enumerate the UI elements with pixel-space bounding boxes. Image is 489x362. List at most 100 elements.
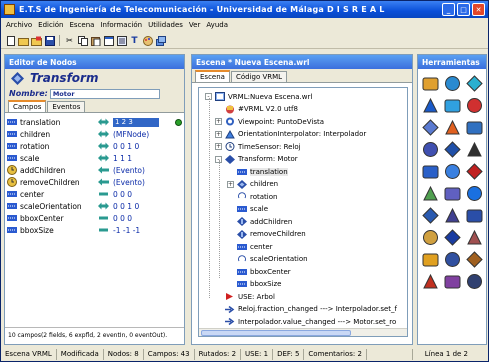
person-icon[interactable]: [443, 206, 462, 225]
tree-node[interactable]: #VRML V2.0 utf8: [215, 104, 298, 115]
tree-node[interactable]: Reloj.fraction_changed ---> Interpolador…: [215, 304, 397, 315]
tree-node[interactable]: + Viewpoint: PuntoDeVista: [215, 116, 324, 127]
tree-node[interactable]: USE: Arbol: [215, 291, 275, 302]
book-icon[interactable]: [421, 228, 440, 247]
tab-eventos[interactable]: Eventos: [47, 101, 86, 112]
tree-node[interactable]: addChildren: [227, 216, 292, 227]
field-row-removeChildren[interactable]: removeChildren (Evento): [5, 176, 184, 188]
minimize-button[interactable]: _: [442, 3, 455, 16]
cross-icon[interactable]: [421, 118, 440, 137]
music-icon[interactable]: [443, 272, 462, 291]
blue-sphere-icon[interactable]: [421, 96, 440, 115]
field-row-addChildren[interactable]: addChildren (Evento): [5, 164, 184, 176]
star-icon[interactable]: [443, 162, 462, 181]
translation-value-input[interactable]: 1 2 3: [113, 117, 159, 127]
new-file-icon[interactable]: [5, 35, 16, 46]
apply-value-button[interactable]: [175, 118, 182, 126]
field-row-children[interactable]: children (MFNode): [5, 128, 184, 140]
maximize-button[interactable]: □: [457, 3, 470, 16]
monitor-icon[interactable]: [443, 250, 462, 269]
shape-icon[interactable]: [443, 184, 462, 203]
save-icon[interactable]: [44, 35, 55, 46]
expand-icon[interactable]: +: [215, 130, 222, 138]
text-icon[interactable]: [443, 228, 462, 247]
globe2-icon[interactable]: [443, 96, 462, 115]
field-name: scaleOrientation: [20, 201, 82, 211]
tree-node[interactable]: scaleOrientation: [227, 254, 308, 265]
tab-campos[interactable]: Campos: [8, 100, 47, 112]
open-recent-icon[interactable]: [31, 35, 42, 46]
nombre-input[interactable]: [49, 88, 160, 99]
network-icon[interactable]: [421, 140, 440, 159]
tree-node[interactable]: translation: [227, 166, 288, 177]
connector-icon[interactable]: [465, 118, 484, 137]
menu-utilidades[interactable]: Utilidades: [148, 21, 183, 29]
layers-icon[interactable]: [155, 35, 166, 46]
tree-node[interactable]: center: [227, 241, 273, 252]
tree-node[interactable]: Interpolador.value_changed ---> Motor.se…: [215, 316, 396, 327]
field-row-bboxSize[interactable]: bboxSize -1 -1 -1: [5, 224, 184, 236]
house-icon[interactable]: [421, 272, 440, 291]
menu-informacion[interactable]: Información: [100, 21, 142, 29]
sphere-icon[interactable]: [465, 74, 484, 93]
vrml-icon[interactable]: [465, 206, 484, 225]
open-folder-icon[interactable]: [18, 35, 29, 46]
field-row-scale[interactable]: scale 1 1 1: [5, 152, 184, 164]
expand-icon[interactable]: +: [227, 180, 234, 188]
field-row-center[interactable]: center 0 0 0: [5, 188, 184, 200]
field-icon: [7, 225, 17, 235]
tree-node[interactable]: - VRML:Nueva Escena.wrl: [205, 91, 312, 102]
image-icon[interactable]: [465, 228, 484, 247]
paste-icon[interactable]: [90, 35, 101, 46]
globe-icon[interactable]: [443, 74, 462, 93]
expand-icon[interactable]: +: [215, 118, 222, 125]
folder-icon[interactable]: [421, 74, 440, 93]
close-button[interactable]: ✕: [472, 3, 485, 16]
expand-icon[interactable]: +: [215, 143, 222, 150]
helmet-icon[interactable]: [421, 250, 440, 269]
tree-node[interactable]: bboxSize: [227, 279, 281, 290]
table-icon[interactable]: [465, 272, 484, 291]
field-row-scaleOrientation[interactable]: scaleOrientation 0 0 1 0: [5, 200, 184, 212]
cylinder-icon[interactable]: [465, 96, 484, 115]
menu-ver[interactable]: Ver: [189, 21, 200, 29]
tree-node[interactable]: rotation: [227, 191, 277, 202]
window-icon[interactable]: [103, 35, 114, 46]
menu-escena[interactable]: Escena: [70, 21, 95, 29]
toolbox-icon[interactable]: [465, 250, 484, 269]
tree-node[interactable]: removeChildren: [227, 229, 306, 240]
red-box-icon[interactable]: [465, 162, 484, 181]
building-icon[interactable]: [421, 206, 440, 225]
menu-ayuda[interactable]: Ayuda: [206, 21, 228, 29]
tree-node[interactable]: + OrientationInterpolator: Interpolador: [215, 129, 366, 140]
tree-horizontal-scrollbar[interactable]: [199, 328, 407, 336]
tree-node[interactable]: + children: [227, 179, 278, 190]
tab-escena[interactable]: Escena: [195, 70, 230, 82]
menu-edicion[interactable]: Edición: [38, 21, 63, 29]
tree-node[interactable]: bboxCenter: [227, 266, 291, 277]
text-tool-icon[interactable]: T: [129, 35, 140, 46]
status-use: USE: 1: [241, 348, 274, 360]
molecule-icon[interactable]: [443, 140, 462, 159]
copy-icon[interactable]: [77, 35, 88, 46]
tree-icon[interactable]: [116, 35, 127, 46]
pen-icon[interactable]: [465, 140, 484, 159]
tree-node[interactable]: + TimeSensor: Reloj: [215, 141, 301, 152]
cut-icon[interactable]: ✂: [64, 35, 75, 46]
route-icon: [225, 305, 235, 314]
field-row-bboxCenter[interactable]: bboxCenter 0 0 0: [5, 212, 184, 224]
plane-icon[interactable]: [443, 118, 462, 137]
move-icon[interactable]: [421, 184, 440, 203]
field-row-translation[interactable]: translation 1 2 3: [5, 116, 184, 128]
field-arrow-icon: [98, 190, 109, 198]
tree-node[interactable]: scale: [227, 204, 268, 215]
arrows-icon[interactable]: [421, 162, 440, 181]
field-value-text: -1 -1 -1: [113, 225, 141, 235]
tab-codigo-vrml[interactable]: Código VRML: [230, 71, 288, 82]
palette-icon[interactable]: [142, 35, 153, 46]
arrow-right-icon[interactable]: [465, 184, 484, 203]
scrollbar-thumb[interactable]: [201, 330, 351, 336]
tree-node[interactable]: - Transform: Motor: [215, 154, 298, 165]
field-row-rotation[interactable]: rotation 0 0 1 0: [5, 140, 184, 152]
menu-archivo[interactable]: Archivo: [6, 21, 32, 29]
